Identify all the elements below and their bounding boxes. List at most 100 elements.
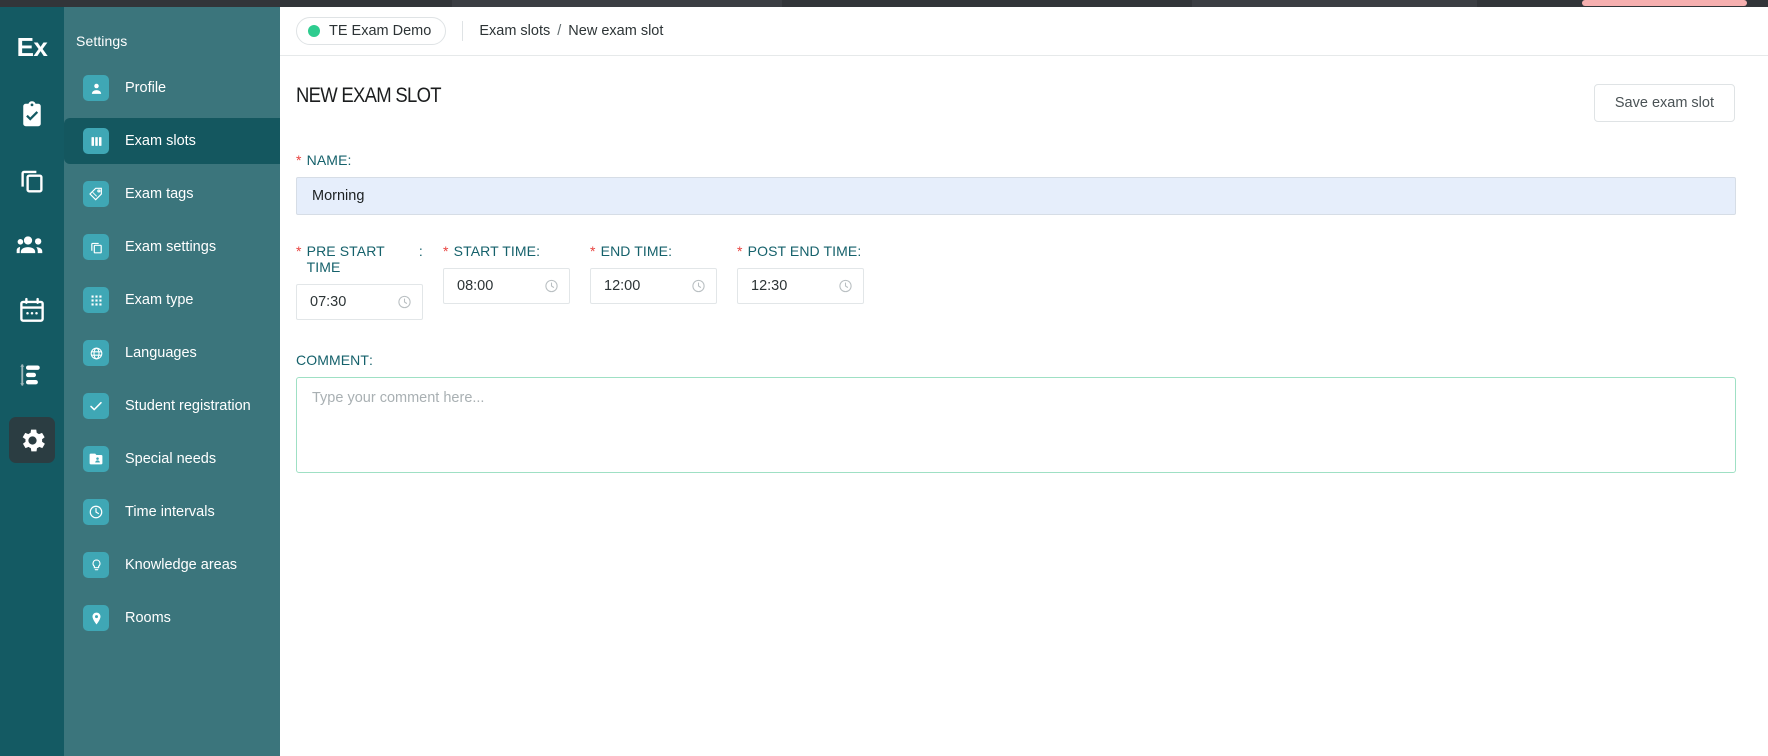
sidebar-item-languages[interactable]: Languages <box>64 330 280 376</box>
comment-label: COMMENT : <box>296 352 1752 368</box>
browser-tab-a[interactable] <box>452 0 782 7</box>
required-marker: * <box>443 243 449 259</box>
copy-icon <box>83 234 109 260</box>
label-colon: : <box>668 243 673 259</box>
name-input[interactable] <box>296 177 1736 215</box>
gear-icon <box>17 425 48 456</box>
required-marker: * <box>296 152 302 168</box>
primary-icon-rail: Ex <box>0 7 64 756</box>
clock-icon[interactable] <box>397 295 412 310</box>
page-header: NEW EXAM SLOT Save exam slot <box>280 56 1768 122</box>
calendar-icon <box>17 295 47 325</box>
sidebar-item-label: Knowledge areas <box>125 557 238 573</box>
comment-textarea[interactable] <box>296 377 1736 473</box>
name-label: * NAME : <box>296 152 1752 168</box>
pre-start-time-box[interactable] <box>296 284 423 320</box>
sidebar-item-label: Exam settings <box>125 239 217 255</box>
sidebar-item-exam-settings[interactable]: Exam settings <box>64 224 280 270</box>
sidebar-item-student-registration[interactable]: Student registration <box>64 383 280 429</box>
start-time-group: * START TIME : <box>443 243 570 320</box>
workspace-selector[interactable]: TE Exam Demo <box>296 17 447 45</box>
person-icon <box>83 75 109 101</box>
breadcrumb: TE Exam Demo Exam slots / New exam slot <box>280 7 1768 56</box>
people-icon <box>16 229 48 261</box>
grid-icon <box>83 287 109 313</box>
clock-icon[interactable] <box>691 279 706 294</box>
rail-item-copies[interactable] <box>9 157 55 203</box>
columns-icon <box>83 128 109 154</box>
rail-item-exams[interactable] <box>9 92 55 138</box>
post-end-time-label: * POST END TIME : <box>737 243 864 259</box>
copy-icon <box>17 165 47 195</box>
sidebar-item-time-intervals[interactable]: Time intervals <box>64 489 280 535</box>
sidebar-title: Settings <box>76 33 128 49</box>
globe-icon <box>83 340 109 366</box>
rail-item-planning[interactable] <box>9 352 55 398</box>
location-pin-icon <box>83 605 109 631</box>
sidebar-item-rooms[interactable]: Rooms <box>64 595 280 641</box>
browser-tab-b[interactable] <box>1192 0 1477 7</box>
sidebar-item-label: Rooms <box>125 610 171 626</box>
clock-icon <box>83 499 109 525</box>
rail-item-calendar[interactable] <box>9 287 55 333</box>
status-dot-icon <box>308 25 320 37</box>
end-time-label-text: END TIME <box>600 243 669 259</box>
sidebar-item-label: Profile <box>125 80 167 96</box>
comment-field-group: COMMENT : <box>296 352 1752 478</box>
pre-start-time-group: * PRE START TIME : <box>296 243 423 320</box>
sidebar-item-exam-type[interactable]: Exam type <box>64 277 280 323</box>
post-end-time-input[interactable] <box>738 278 824 294</box>
sidebar-item-exam-tags[interactable]: Exam tags <box>64 171 280 217</box>
main-content: TE Exam Demo Exam slots / New exam slot … <box>280 7 1768 756</box>
start-time-label-text: START TIME <box>453 243 537 259</box>
sidebar-item-label: Special needs <box>125 451 217 467</box>
required-marker: * <box>590 243 596 259</box>
clock-icon[interactable] <box>838 279 853 294</box>
post-end-time-label-text: POST END TIME <box>747 243 858 259</box>
end-time-label: * END TIME : <box>590 243 717 259</box>
label-colon: : <box>418 243 423 259</box>
id-card-icon <box>83 446 109 472</box>
sidebar-item-label: Student registration <box>125 398 251 414</box>
sidebar-item-label: Time intervals <box>125 504 215 520</box>
clock-icon[interactable] <box>544 279 559 294</box>
exam-slot-form: * NAME : * PRE START TIME : <box>280 152 1768 478</box>
label-colon: : <box>369 352 374 368</box>
app-root: Ex Settings Profile Exam slots Exam tags… <box>0 0 1768 756</box>
breadcrumb-divider <box>462 21 464 41</box>
sidebar-item-special-needs[interactable]: Special needs <box>64 436 280 482</box>
breadcrumb-parent-link[interactable]: Exam slots <box>479 23 550 39</box>
start-time-box[interactable] <box>443 268 570 304</box>
start-time-input[interactable] <box>444 278 530 294</box>
sidebar-item-label: Exam type <box>125 292 194 308</box>
browser-alert-indicator[interactable] <box>1582 0 1747 6</box>
label-colon: : <box>347 152 352 168</box>
end-time-box[interactable] <box>590 268 717 304</box>
rail-item-settings[interactable] <box>9 417 55 463</box>
rail-item-students[interactable] <box>9 222 55 268</box>
check-icon <box>83 393 109 419</box>
comment-label-text: COMMENT <box>296 352 370 368</box>
browser-chrome-strip <box>0 0 1768 7</box>
save-exam-slot-button[interactable]: Save exam slot <box>1593 84 1735 122</box>
brand-logo[interactable]: Ex <box>0 21 64 73</box>
breadcrumb-trail: Exam slots / New exam slot <box>479 23 663 39</box>
required-marker: * <box>296 243 302 259</box>
pre-start-time-input[interactable] <box>297 294 383 310</box>
sidebar-item-label: Languages <box>125 345 197 361</box>
sidebar-item-knowledge-areas[interactable]: Knowledge areas <box>64 542 280 588</box>
sidebar-item-exam-slots[interactable]: Exam slots <box>64 118 280 164</box>
end-time-group: * END TIME : <box>590 243 717 320</box>
start-time-label: * START TIME : <box>443 243 570 259</box>
post-end-time-group: * POST END TIME : <box>737 243 864 320</box>
page-title: NEW EXAM SLOT <box>296 84 442 107</box>
sidebar-item-profile[interactable]: Profile <box>64 65 280 111</box>
label-colon: : <box>536 243 541 259</box>
end-time-input[interactable] <box>591 278 677 294</box>
sliders-icon <box>17 360 47 390</box>
pre-start-time-label-text: PRE START TIME <box>306 243 385 275</box>
name-field-group: * NAME : <box>296 152 1752 215</box>
name-label-text: NAME <box>306 152 348 168</box>
post-end-time-box[interactable] <box>737 268 864 304</box>
tag-icon <box>83 181 109 207</box>
